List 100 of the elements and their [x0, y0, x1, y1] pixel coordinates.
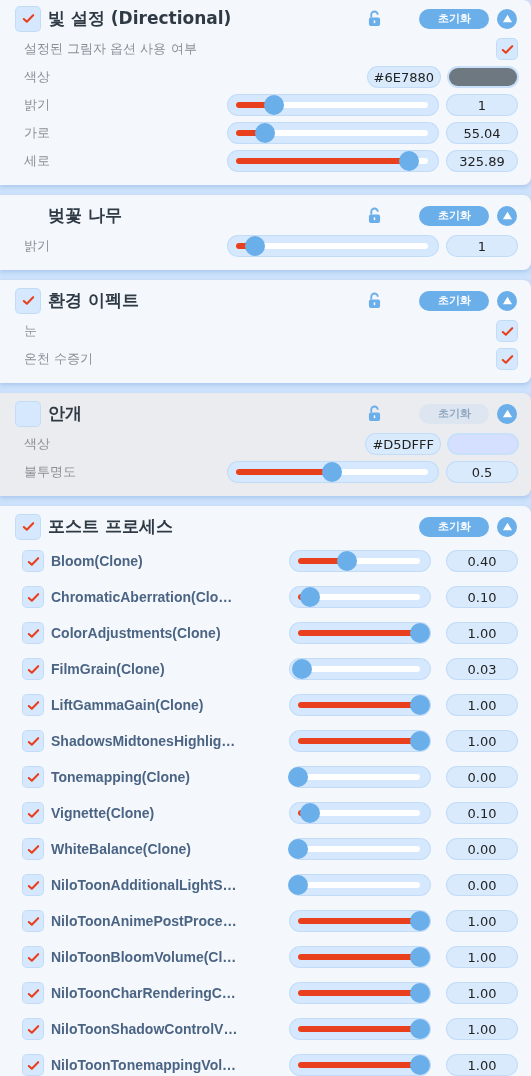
- effect-label: ChromaticAberration(Clo…: [51, 589, 233, 605]
- value-field[interactable]: 325.89: [447, 151, 517, 171]
- unlocked-padlock-icon[interactable]: [368, 405, 381, 422]
- triangle-icon: [501, 13, 513, 24]
- value-field[interactable]: 55.04: [447, 123, 517, 143]
- effect-label: NiloToonBloomVolume(Cl…: [51, 949, 237, 965]
- effect-label: WhiteBalance(Clone): [51, 841, 191, 857]
- value-field[interactable]: 0.00: [447, 767, 517, 787]
- value-field[interactable]: 1: [447, 95, 517, 115]
- value-field[interactable]: 1.00: [447, 623, 517, 643]
- value-field[interactable]: 0.00: [447, 875, 517, 895]
- collapse-button[interactable]: [497, 8, 517, 29]
- value-field[interactable]: 1.00: [447, 731, 517, 751]
- color-swatch[interactable]: [449, 435, 517, 453]
- checkbox[interactable]: [16, 288, 40, 313]
- value-field[interactable]: 0.00: [447, 839, 517, 859]
- checkbox[interactable]: [23, 731, 43, 751]
- checkbox[interactable]: [23, 659, 43, 679]
- unlocked-padlock-icon[interactable]: [368, 10, 381, 27]
- slider[interactable]: [290, 695, 430, 715]
- checkbox[interactable]: [23, 551, 43, 571]
- value-field[interactable]: 0.40: [447, 551, 517, 571]
- setting-label: 밝기: [23, 237, 50, 255]
- checkbox[interactable]: [16, 514, 40, 539]
- slider[interactable]: [290, 767, 430, 787]
- slider[interactable]: [290, 839, 430, 859]
- checkbox[interactable]: [497, 39, 517, 59]
- slider[interactable]: [228, 151, 438, 171]
- value-field[interactable]: 1.00: [447, 947, 517, 967]
- value-field[interactable]: 1.00: [447, 1019, 517, 1039]
- color-swatch[interactable]: [449, 68, 517, 86]
- slider[interactable]: [290, 551, 430, 571]
- triangle-icon: [501, 210, 513, 221]
- checkbox[interactable]: [497, 349, 517, 369]
- checkbox[interactable]: [23, 983, 43, 1003]
- checkbox[interactable]: [16, 6, 40, 31]
- slider[interactable]: [290, 731, 430, 751]
- checkbox[interactable]: [23, 1019, 43, 1039]
- checkbox[interactable]: [497, 321, 517, 341]
- slider[interactable]: [290, 983, 430, 1003]
- checkbox[interactable]: [23, 947, 43, 967]
- slider[interactable]: [290, 1019, 430, 1039]
- hex-field[interactable]: #6E7880: [367, 67, 440, 87]
- slider[interactable]: [290, 1055, 430, 1075]
- effect-label: LiftGammaGain(Clone): [51, 697, 204, 713]
- effect-label: ColorAdjustments(Clone): [51, 625, 221, 641]
- collapse-button[interactable]: [497, 290, 517, 311]
- check-icon: [20, 519, 36, 534]
- value-field[interactable]: 1: [447, 236, 517, 256]
- value-field[interactable]: 0.10: [447, 587, 517, 607]
- effect-label: NiloToonCharRenderingC…: [51, 985, 236, 1001]
- slider[interactable]: [228, 462, 438, 482]
- value-field[interactable]: 1.00: [447, 695, 517, 715]
- collapse-button[interactable]: [497, 403, 517, 424]
- slider[interactable]: [228, 95, 438, 115]
- checkbox[interactable]: [23, 1055, 43, 1075]
- slider[interactable]: [290, 947, 430, 967]
- checkbox[interactable]: [23, 839, 43, 859]
- checkbox[interactable]: [23, 587, 43, 607]
- slider[interactable]: [290, 659, 430, 679]
- collapse-button[interactable]: [497, 516, 517, 537]
- value-field[interactable]: 0.5: [447, 462, 517, 482]
- unlocked-padlock-icon[interactable]: [368, 292, 381, 309]
- check-icon: [20, 11, 36, 26]
- slider[interactable]: [290, 587, 430, 607]
- effect-label: FilmGrain(Clone): [51, 661, 165, 677]
- check-icon: [20, 293, 36, 308]
- value-field[interactable]: 0.03: [447, 659, 517, 679]
- slider[interactable]: [290, 803, 430, 823]
- checkbox[interactable]: [23, 623, 43, 643]
- value-field[interactable]: 0.10: [447, 803, 517, 823]
- effect-label: NiloToonTonemappingVol…: [51, 1057, 237, 1073]
- setting-label: 가로: [23, 124, 50, 142]
- panel-title: 포스트 프로세스: [48, 515, 174, 538]
- slider[interactable]: [290, 875, 430, 895]
- setting-label: 색상: [23, 435, 50, 453]
- checkbox[interactable]: [23, 803, 43, 823]
- setting-label: 세로: [23, 152, 50, 170]
- value-field[interactable]: 1.00: [447, 983, 517, 1003]
- slider[interactable]: [290, 911, 430, 931]
- effect-label: NiloToonShadowControlV…: [51, 1021, 238, 1037]
- slider[interactable]: [228, 123, 438, 143]
- effect-label: NiloToonAdditionalLightS…: [51, 877, 237, 893]
- checkbox[interactable]: [23, 767, 43, 787]
- value-field[interactable]: 1.00: [447, 911, 517, 931]
- checkbox[interactable]: [16, 401, 40, 426]
- setting-label: 설정된 그림자 옵션 사용 여부: [23, 40, 197, 58]
- slider[interactable]: [290, 623, 430, 643]
- value-field[interactable]: 1.00: [447, 1055, 517, 1075]
- checkbox[interactable]: [23, 695, 43, 715]
- unlocked-padlock-icon[interactable]: [368, 207, 381, 224]
- checkbox[interactable]: [23, 911, 43, 931]
- hex-field[interactable]: #D5DFFF: [366, 434, 440, 454]
- panel-title: 벚꽃 나무: [48, 204, 123, 227]
- slider[interactable]: [228, 236, 438, 256]
- collapse-button[interactable]: [497, 205, 517, 226]
- checkbox[interactable]: [23, 875, 43, 895]
- setting-label: 색상: [23, 68, 50, 86]
- effect-label: Tonemapping(Clone): [51, 769, 190, 785]
- triangle-icon: [501, 295, 513, 306]
